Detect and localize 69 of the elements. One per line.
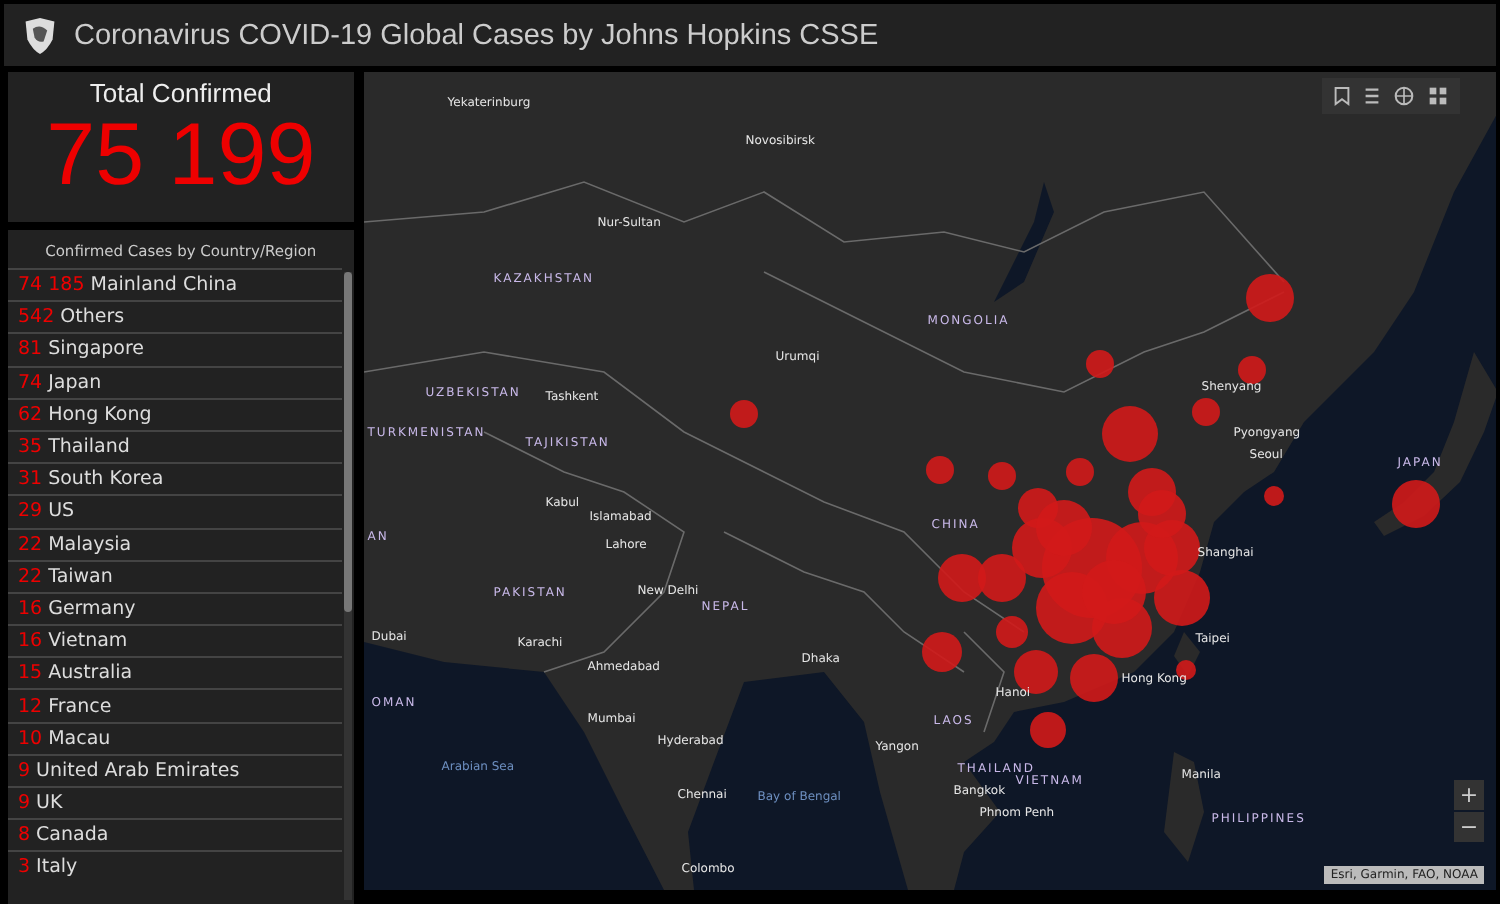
grid-icon[interactable]: [1428, 86, 1448, 106]
country-name: UK: [36, 792, 63, 815]
country-name: Australia: [48, 662, 133, 685]
country-name: Germany: [48, 597, 136, 620]
country-name: Mainland China: [90, 274, 238, 297]
dashboard-title: Coronavirus COVID-19 Global Cases by Johns Hopkins CSSE: [74, 19, 879, 51]
country-row[interactable]: 9 United Arab Emirates: [8, 753, 342, 786]
case-count: 9: [18, 792, 31, 815]
bookmark-icon[interactable]: [1334, 86, 1350, 106]
globe-icon[interactable]: [1394, 86, 1414, 106]
country-name: US: [48, 500, 75, 523]
zoom-out-button[interactable]: −: [1454, 812, 1484, 842]
case-count: 62: [18, 403, 43, 426]
case-count: 16: [18, 597, 43, 620]
case-count: 22: [18, 565, 43, 588]
country-row[interactable]: 62 Hong Kong: [8, 397, 342, 430]
country-row[interactable]: 35 Thailand: [8, 429, 342, 463]
case-count: 74 185: [18, 274, 85, 297]
country-row[interactable]: 74 185 Mainland China: [8, 268, 342, 301]
country-row[interactable]: 16 Germany: [8, 591, 342, 625]
country-name: Others: [60, 306, 125, 329]
country-row[interactable]: 22 Taiwan: [8, 559, 342, 592]
country-row[interactable]: 542 Others: [8, 300, 342, 333]
country-row[interactable]: 31 South Korea: [8, 462, 342, 495]
case-count: 22: [18, 533, 43, 556]
country-name: Italy: [36, 856, 78, 879]
shield-logo-icon: [22, 15, 58, 55]
country-row[interactable]: 9 UK: [8, 786, 342, 819]
case-count: 8: [18, 824, 31, 847]
country-row[interactable]: 15 Australia: [8, 656, 342, 689]
case-count: 29: [18, 500, 43, 523]
case-count: 31: [18, 468, 43, 491]
scrollbar-thumb[interactable]: [343, 272, 352, 612]
case-count: 542: [18, 306, 55, 329]
country-row[interactable]: 29 US: [8, 494, 342, 527]
total-confirmed-value: 75 199: [46, 108, 316, 204]
country-row[interactable]: 12 France: [8, 688, 342, 722]
case-count: 3: [18, 856, 31, 879]
country-row[interactable]: 16 Vietnam: [8, 624, 342, 657]
country-name: Japan: [48, 371, 102, 394]
case-count: 9: [18, 759, 31, 782]
country-name: Canada: [36, 824, 109, 847]
country-name: Thailand: [48, 436, 130, 459]
country-name: South Korea: [48, 468, 164, 491]
zoom-in-button[interactable]: +: [1454, 780, 1484, 810]
country-name: Hong Kong: [48, 403, 152, 426]
country-name: Singapore: [48, 338, 145, 361]
country-row[interactable]: 3 Italy: [8, 850, 342, 884]
scrollbar[interactable]: [343, 272, 352, 900]
case-count: 35: [18, 436, 43, 459]
country-row[interactable]: 22 Malaysia: [8, 527, 342, 560]
country-row[interactable]: 74 Japan: [8, 365, 342, 398]
country-row[interactable]: 81 Singapore: [8, 332, 342, 366]
country-name: United Arab Emirates: [36, 759, 240, 782]
case-count: 81: [18, 338, 43, 361]
country-row[interactable]: 8 Canada: [8, 818, 342, 851]
case-count: 15: [18, 662, 43, 685]
country-name: Malaysia: [48, 533, 132, 556]
country-row[interactable]: 10 Macau: [8, 721, 342, 754]
total-confirmed-label: Total Confirmed: [89, 78, 272, 108]
case-count: 16: [18, 630, 43, 653]
case-count: 12: [18, 695, 43, 718]
case-count: 74: [18, 371, 43, 394]
country-name: Macau: [48, 727, 111, 750]
country-name: France: [48, 695, 112, 718]
country-name: Vietnam: [48, 630, 128, 653]
layer-list-icon[interactable]: [1364, 86, 1380, 106]
country-name: Taiwan: [48, 565, 113, 588]
case-count: 10: [18, 727, 43, 750]
